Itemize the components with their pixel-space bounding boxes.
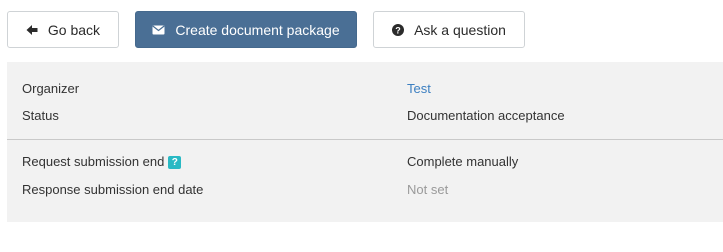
ask-question-button[interactable]: ? Ask a question — [373, 11, 525, 48]
create-document-package-button[interactable]: Create document package — [135, 11, 357, 48]
go-back-label: Go back — [47, 21, 101, 38]
response-submission-end-label: Response submission end date — [22, 182, 204, 197]
request-submission-end-label: Request submission end — [22, 154, 165, 169]
request-submission-end-row: Request submission end ? Complete manual… — [7, 151, 723, 173]
envelope-icon — [152, 25, 165, 35]
organizer-label: Organizer — [22, 81, 80, 96]
response-submission-end-row: Response submission end date Not set — [7, 179, 723, 201]
action-toolbar: Go back Create document package ? Ask a … — [0, 0, 723, 62]
status-row: Status Documentation acceptance — [7, 105, 723, 127]
section-divider — [7, 139, 723, 140]
details-panel: Organizer Test Status Documentation acce… — [7, 62, 723, 222]
request-submission-end-value: Complete manually — [407, 154, 519, 169]
organizer-row: Organizer Test — [7, 78, 723, 100]
go-back-button[interactable]: Go back — [7, 11, 119, 48]
question-circle-icon: ? — [392, 23, 405, 36]
organizer-link[interactable]: Test — [407, 78, 431, 100]
create-document-package-label: Create document package — [175, 21, 340, 38]
status-value: Documentation acceptance — [407, 108, 565, 123]
response-submission-end-value: Not set — [407, 182, 449, 197]
arrow-left-icon — [26, 24, 38, 36]
ask-question-label: Ask a question — [414, 21, 506, 38]
svg-text:?: ? — [395, 25, 401, 35]
status-label: Status — [22, 108, 59, 123]
help-icon[interactable]: ? — [168, 155, 182, 169]
request-submission-end-label-wrap: Request submission end ? — [22, 151, 182, 173]
